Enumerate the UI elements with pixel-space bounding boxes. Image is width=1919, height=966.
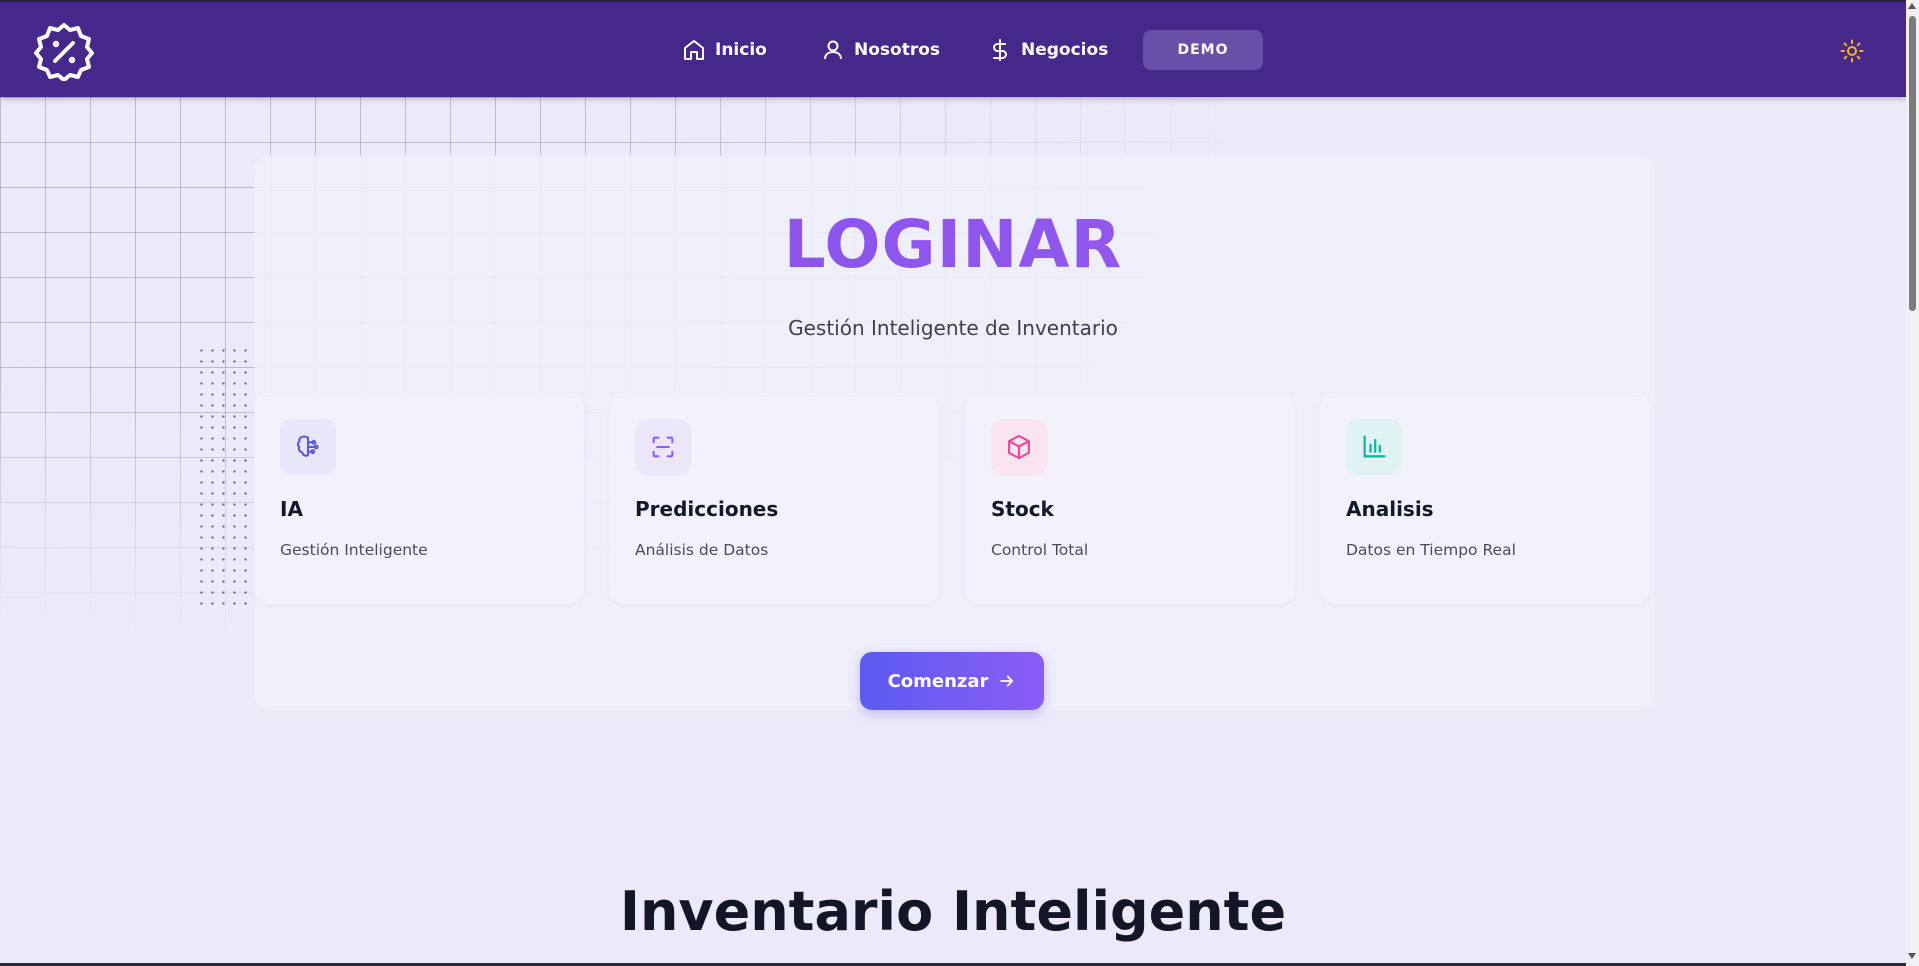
card-title: Predicciones	[635, 497, 779, 521]
card-description: Gestión Inteligente	[280, 541, 428, 559]
card-icon-wrap	[635, 419, 691, 475]
user-icon	[824, 40, 842, 60]
nav-item-nosotros[interactable]: Nosotros	[821, 32, 940, 68]
card-icon-wrap	[1346, 419, 1402, 475]
arrow-right-icon	[1000, 675, 1014, 687]
card-title: Analisis	[1346, 497, 1434, 521]
vertical-scrollbar[interactable]	[1906, 0, 1919, 966]
hero-title: LOGINAR	[0, 206, 1906, 283]
feature-card-ia: IA Gestión Inteligente	[254, 393, 584, 604]
card-description: Análisis de Datos	[635, 541, 769, 559]
card-description: Datos en Tiempo Real	[1346, 541, 1516, 559]
percent-badge-icon[interactable]	[34, 21, 94, 81]
demo-button[interactable]: DEMO	[1143, 30, 1263, 70]
scan-icon	[652, 436, 674, 458]
card-title: IA	[280, 497, 303, 521]
comenzar-button[interactable]: Comenzar	[860, 652, 1044, 710]
nav-item-negocios[interactable]: Negocios	[988, 32, 1108, 68]
scroll-thumb[interactable]	[1909, 16, 1916, 311]
brain-icon	[296, 435, 319, 457]
nav-item-inicio[interactable]: Inicio	[682, 32, 767, 68]
nav-label: Negocios	[1021, 40, 1109, 60]
dot-pattern	[196, 345, 252, 605]
navbar: Inicio Nosotros Negocios DEMO	[0, 2, 1906, 97]
feature-card-analisis: Analisis Datos en Tiempo Real	[1320, 393, 1650, 604]
feature-card-predicciones: Predicciones Análisis de Datos	[609, 393, 939, 604]
scroll-up-arrow[interactable]	[1908, 3, 1916, 9]
card-description: Control Total	[991, 541, 1089, 559]
bar-chart-icon	[1363, 435, 1386, 458]
home-icon	[684, 40, 704, 60]
hero-subtitle: Gestión Inteligente de Inventario	[788, 316, 1118, 340]
nav-label: Inicio	[715, 40, 767, 60]
card-icon-wrap	[280, 419, 336, 475]
card-icon-wrap	[991, 419, 1047, 475]
nav-label: Nosotros	[854, 40, 941, 60]
feature-card-stock: Stock Control Total	[965, 393, 1295, 604]
card-title: Stock	[991, 497, 1054, 521]
box-icon	[1008, 434, 1030, 460]
section-title: Inventario Inteligente	[619, 880, 1287, 943]
scroll-down-arrow[interactable]	[1908, 953, 1916, 959]
dollar-icon	[993, 39, 1007, 61]
sun-icon[interactable]	[1840, 39, 1864, 63]
cta-label: Comenzar	[887, 670, 989, 692]
